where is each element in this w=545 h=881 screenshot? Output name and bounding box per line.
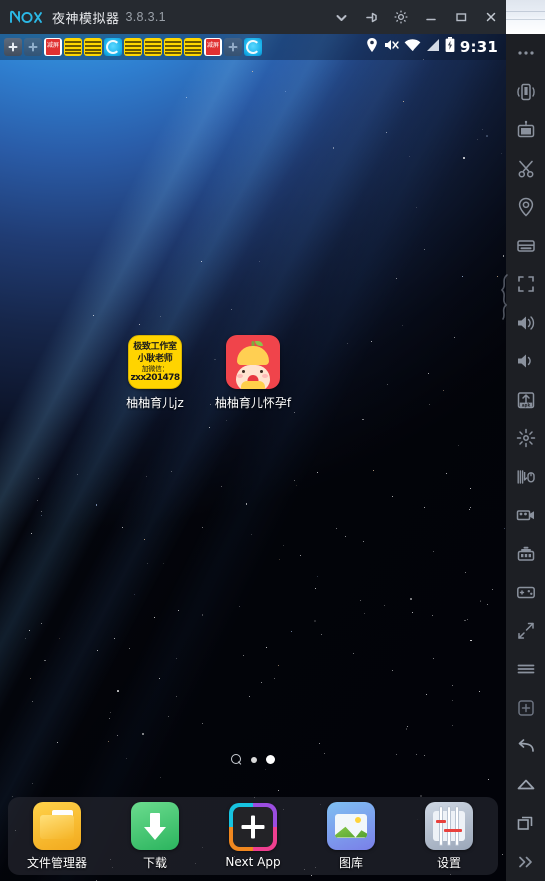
yellow-ad-icon-1[interactable] bbox=[64, 38, 82, 56]
multi-instance-icon[interactable] bbox=[506, 535, 545, 574]
ad-line-4: zxx201478 bbox=[130, 373, 180, 383]
scissors-screenshot-icon[interactable] bbox=[506, 150, 545, 189]
window-controls bbox=[326, 0, 506, 34]
location-pin-icon[interactable] bbox=[506, 188, 545, 227]
pin-icon[interactable] bbox=[356, 0, 386, 34]
add-app-icon-2[interactable] bbox=[224, 38, 242, 56]
share-resize-icon[interactable] bbox=[506, 612, 545, 651]
gamepad-icon[interactable] bbox=[506, 573, 545, 612]
minimize-icon[interactable] bbox=[416, 0, 446, 34]
android-screen[interactable]: 减屏 减屏 9:31 极致工作室 小耿老师 加微信： zxx201478 柚柚育… bbox=[0, 34, 506, 881]
dock-label: 下载 bbox=[142, 855, 167, 870]
status-system-icons: 9:31 bbox=[366, 36, 506, 58]
nox-logo-icon bbox=[9, 9, 43, 25]
app-label: 柚柚育儿怀孕f bbox=[214, 396, 292, 410]
yellow-ad-icon-5[interactable] bbox=[164, 38, 182, 56]
red-app-icon[interactable]: 减屏 bbox=[44, 38, 62, 56]
menu-hamburger-icon[interactable] bbox=[506, 650, 545, 689]
dock-label: 文件管理器 bbox=[26, 855, 87, 870]
toolbar-drag-handle[interactable] bbox=[498, 274, 510, 320]
maximize-icon[interactable] bbox=[446, 0, 476, 34]
home-icon[interactable] bbox=[506, 766, 545, 805]
apk-install-icon[interactable]: apk bbox=[506, 381, 545, 420]
android-status-bar: 减屏 减屏 9:31 bbox=[0, 34, 506, 60]
back-arrow-icon[interactable] bbox=[506, 727, 545, 766]
status-notification-icons[interactable]: 减屏 减屏 bbox=[0, 38, 262, 56]
keyboard-icon[interactable] bbox=[506, 227, 545, 266]
dock-label: 图库 bbox=[338, 855, 363, 870]
dock-gallery[interactable]: 图库 bbox=[302, 801, 400, 871]
mute-icon bbox=[383, 37, 399, 58]
ad-yellow-icon: 极致工作室 小耿老师 加微信： zxx201478 bbox=[128, 335, 182, 389]
more-options-icon[interactable] bbox=[506, 34, 545, 73]
shake-sparkle-icon[interactable] bbox=[506, 419, 545, 458]
battery-charging-icon bbox=[445, 36, 455, 58]
fullscreen-icon[interactable] bbox=[506, 265, 545, 304]
red-app-icon-2[interactable]: 减屏 bbox=[204, 38, 222, 56]
page-dot-1[interactable] bbox=[251, 756, 257, 763]
shake-phone-icon[interactable] bbox=[506, 73, 545, 112]
add-app-icon[interactable] bbox=[4, 38, 22, 56]
screen-root: 夜神模拟器 3.8.3.1 减屏 减屏 9:31 极致工作室 小耿老师 加微信：… bbox=[0, 0, 545, 881]
page-dot-2-active[interactable] bbox=[266, 755, 275, 764]
yellow-ad-icon-4[interactable] bbox=[144, 38, 162, 56]
cyan-app-icon-1[interactable] bbox=[104, 38, 122, 56]
dock-file-manager[interactable]: 文件管理器 bbox=[8, 801, 106, 871]
key-mapping-icon[interactable] bbox=[506, 458, 545, 497]
cyan-app-icon-2[interactable] bbox=[244, 38, 262, 56]
wifi-icon bbox=[404, 38, 421, 57]
sliders-icon bbox=[425, 801, 473, 850]
app-label: 柚柚育儿jz bbox=[126, 396, 184, 410]
baby-pomelo-icon bbox=[226, 335, 280, 389]
app-youyou-yuer-jz[interactable]: 极致工作室 小耿老师 加微信： zxx201478 柚柚育儿jz bbox=[106, 335, 204, 411]
plus-square-icon bbox=[229, 803, 277, 851]
desktop-background bbox=[506, 0, 545, 34]
video-record-icon[interactable] bbox=[506, 111, 545, 150]
yellow-ad-icon-3[interactable] bbox=[124, 38, 142, 56]
location-icon bbox=[366, 37, 378, 58]
volume-up-icon[interactable] bbox=[506, 304, 545, 343]
dock-label: 设置 bbox=[436, 855, 461, 870]
window-title: 夜神模拟器 bbox=[52, 11, 120, 27]
chevron-double-right-icon[interactable] bbox=[506, 843, 545, 881]
signal-icon bbox=[426, 38, 440, 57]
screen-record-icon[interactable] bbox=[506, 496, 545, 535]
yellow-ad-icon-2[interactable] bbox=[84, 38, 102, 56]
dock-downloads[interactable]: 下载 bbox=[106, 801, 204, 871]
close-icon[interactable] bbox=[476, 0, 506, 34]
download-arrow-icon bbox=[131, 801, 179, 850]
add-square-icon[interactable] bbox=[506, 689, 545, 728]
recent-apps-icon[interactable] bbox=[506, 804, 545, 843]
search-icon[interactable] bbox=[231, 754, 242, 765]
ad-line-2: 小耿老师 bbox=[137, 354, 173, 364]
window-version: 3.8.3.1 bbox=[125, 10, 166, 24]
gear-icon[interactable] bbox=[386, 0, 416, 34]
dock-label: Next App bbox=[225, 855, 281, 869]
folder-icon bbox=[33, 801, 81, 850]
home-dock: 文件管理器 下载 Next App 图库 设置 bbox=[8, 797, 498, 875]
chevron-down-icon[interactable] bbox=[326, 0, 356, 34]
yellow-ad-icon-6[interactable] bbox=[184, 38, 202, 56]
add-app-dim-icon[interactable] bbox=[24, 38, 42, 56]
photo-icon bbox=[327, 801, 375, 850]
app-youyou-yuer-huaiyun[interactable]: 柚柚育儿怀孕f bbox=[204, 335, 302, 411]
svg-text:apk: apk bbox=[521, 402, 530, 407]
home-page-indicator bbox=[0, 754, 506, 765]
nox-side-toolbar: apk bbox=[500, 34, 545, 881]
volume-down-icon[interactable] bbox=[506, 342, 545, 381]
status-clock: 9:31 bbox=[459, 38, 498, 56]
nox-emulator-window: 夜神模拟器 3.8.3.1 减屏 减屏 9:31 极致工作室 小耿老师 加微信：… bbox=[0, 0, 506, 881]
dock-settings[interactable]: 设置 bbox=[400, 801, 498, 871]
window-titlebar[interactable]: 夜神模拟器 3.8.3.1 bbox=[0, 0, 506, 34]
dock-next-app[interactable]: Next App bbox=[204, 803, 302, 869]
